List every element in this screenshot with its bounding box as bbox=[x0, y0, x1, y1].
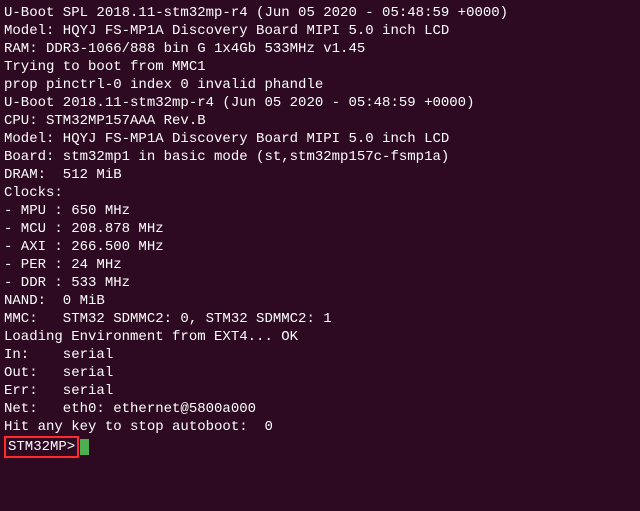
boot-line: Board: stm32mp1 in basic mode (st,stm32m… bbox=[4, 148, 636, 166]
boot-line: MMC: STM32 SDMMC2: 0, STM32 SDMMC2: 1 bbox=[4, 310, 636, 328]
prompt-highlight-box: STM32MP> bbox=[4, 436, 79, 458]
boot-line: - AXI : 266.500 MHz bbox=[4, 238, 636, 256]
terminal-output: U-Boot SPL 2018.11-stm32mp-r4 (Jun 05 20… bbox=[4, 4, 636, 458]
boot-line: Net: eth0: ethernet@5800a000 bbox=[4, 400, 636, 418]
boot-line: - PER : 24 MHz bbox=[4, 256, 636, 274]
boot-line: prop pinctrl-0 index 0 invalid phandle bbox=[4, 76, 636, 94]
boot-line: Clocks: bbox=[4, 184, 636, 202]
boot-line: U-Boot SPL 2018.11-stm32mp-r4 (Jun 05 20… bbox=[4, 4, 636, 22]
boot-line: Model: HQYJ FS-MP1A Discovery Board MIPI… bbox=[4, 130, 636, 148]
boot-line: NAND: 0 MiB bbox=[4, 292, 636, 310]
prompt-text: STM32MP> bbox=[8, 439, 75, 455]
boot-line: Hit any key to stop autoboot: 0 bbox=[4, 418, 636, 436]
boot-line: U-Boot 2018.11-stm32mp-r4 (Jun 05 2020 -… bbox=[4, 94, 636, 112]
boot-line: DRAM: 512 MiB bbox=[4, 166, 636, 184]
boot-line: In: serial bbox=[4, 346, 636, 364]
cursor bbox=[80, 439, 89, 455]
boot-line: Trying to boot from MMC1 bbox=[4, 58, 636, 76]
boot-line: Out: serial bbox=[4, 364, 636, 382]
boot-line: - MPU : 650 MHz bbox=[4, 202, 636, 220]
boot-line: - DDR : 533 MHz bbox=[4, 274, 636, 292]
boot-line: Err: serial bbox=[4, 382, 636, 400]
boot-line: CPU: STM32MP157AAA Rev.B bbox=[4, 112, 636, 130]
boot-line: - MCU : 208.878 MHz bbox=[4, 220, 636, 238]
boot-line: RAM: DDR3-1066/888 bin G 1x4Gb 533MHz v1… bbox=[4, 40, 636, 58]
boot-line: Model: HQYJ FS-MP1A Discovery Board MIPI… bbox=[4, 22, 636, 40]
boot-line: Loading Environment from EXT4... OK bbox=[4, 328, 636, 346]
prompt-line[interactable]: STM32MP> bbox=[4, 436, 89, 458]
